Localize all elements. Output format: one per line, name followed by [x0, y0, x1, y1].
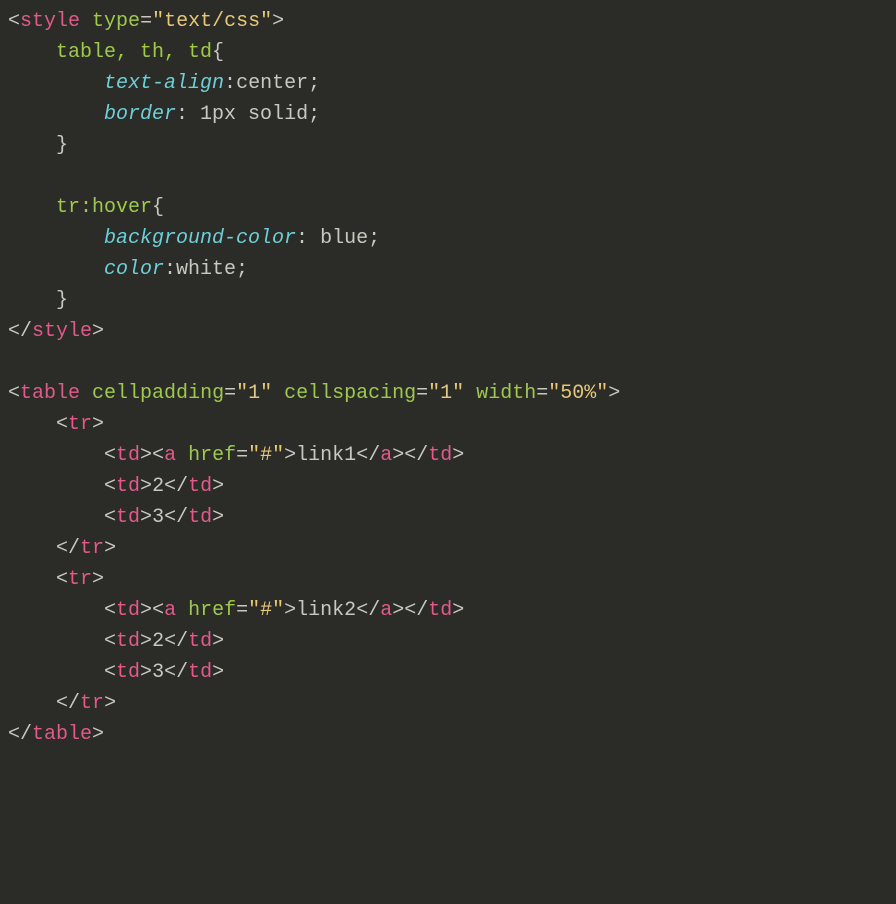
tag-table: table — [20, 382, 80, 405]
tag-style: style — [20, 10, 80, 33]
angle-open: < — [8, 10, 20, 33]
css-prop: border — [104, 103, 176, 126]
text-link1: link1 — [296, 444, 356, 467]
tag-tr: tr — [68, 413, 92, 436]
val-width: "50%" — [548, 382, 608, 405]
tag-a: a — [164, 444, 176, 467]
css-value: 1px solid; — [188, 103, 320, 126]
css-value: blue; — [308, 227, 380, 250]
attr-type: type — [92, 10, 140, 33]
code-block: <style type="text/css"> table, th, td{ t… — [8, 6, 888, 750]
val-type: "text/css" — [152, 10, 272, 33]
val-href: "#" — [248, 444, 284, 467]
val-cellpadding: "1" — [236, 382, 272, 405]
css-prop: background-color — [104, 227, 296, 250]
css-prop: text-align — [104, 72, 224, 95]
css-selector: tr:hover — [56, 196, 152, 219]
css-value: center; — [236, 72, 320, 95]
val-cellspacing: "1" — [428, 382, 464, 405]
css-selector: table, th, td — [56, 41, 212, 64]
attr-cellpadding: cellpadding — [92, 382, 224, 405]
attr-cellspacing: cellspacing — [284, 382, 416, 405]
text-cell: 3 — [152, 506, 164, 529]
css-value: white; — [176, 258, 248, 281]
text-cell: 2 — [152, 475, 164, 498]
attr-width: width — [476, 382, 536, 405]
attr-href: href — [188, 444, 236, 467]
tag-td: td — [116, 444, 140, 467]
css-prop: color — [104, 258, 164, 281]
text-link2: link2 — [296, 599, 356, 622]
